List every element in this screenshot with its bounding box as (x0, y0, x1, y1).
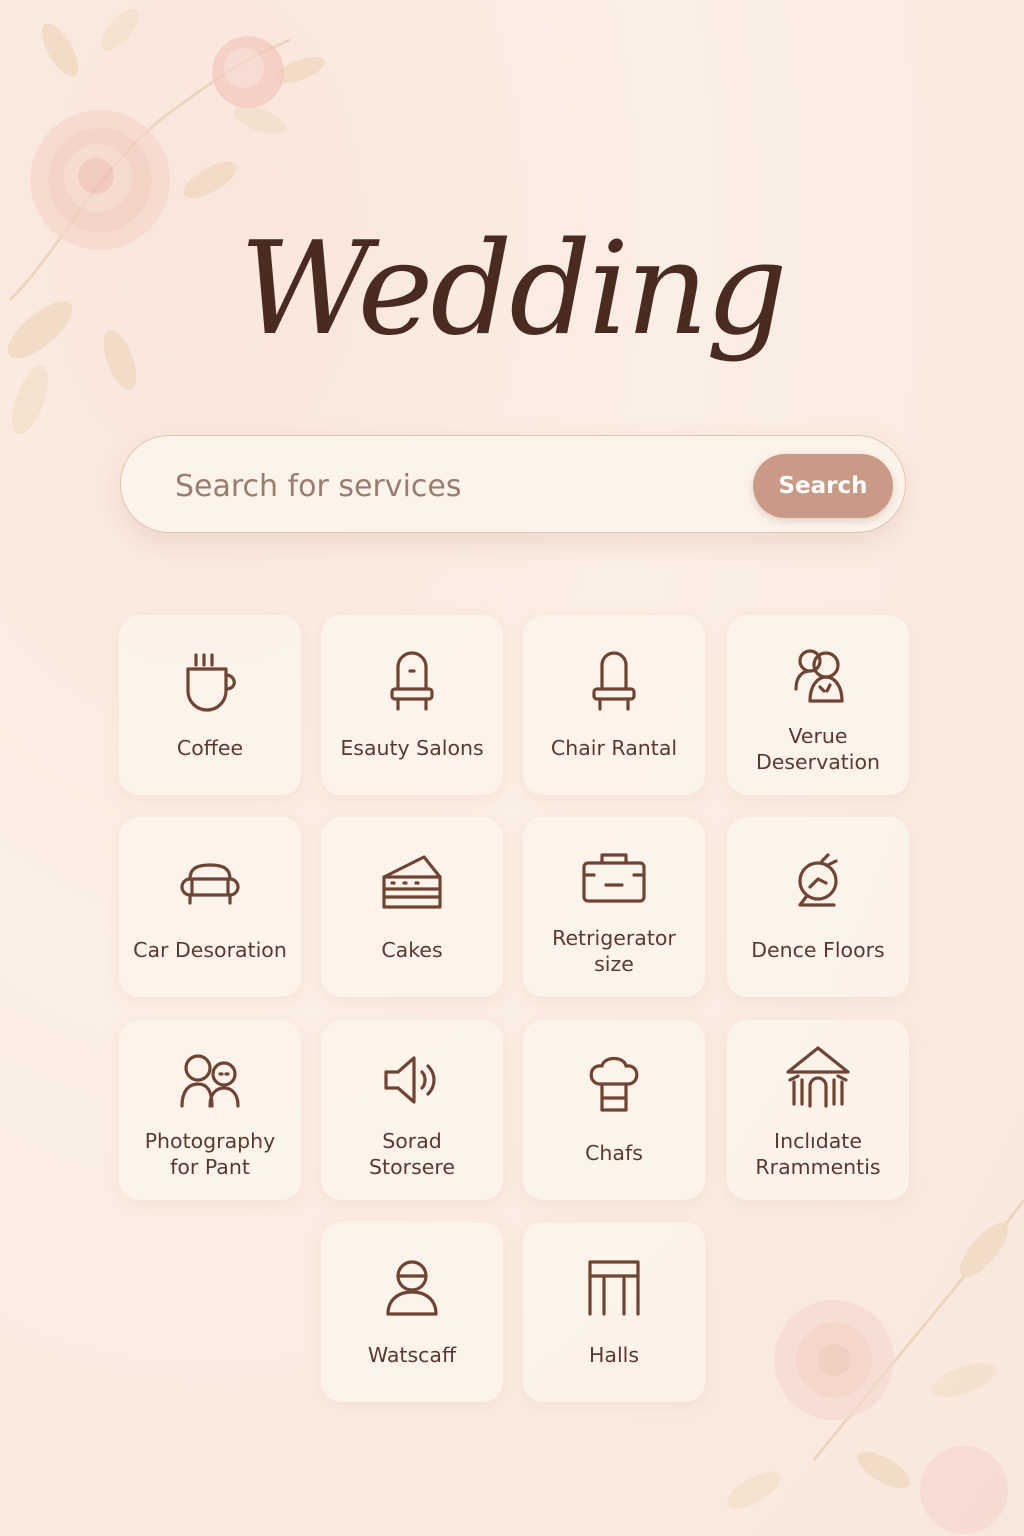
service-label: Watscaff (367, 1343, 457, 1367)
pavilion-icon (786, 1046, 850, 1108)
service-label: Chafs (585, 1141, 643, 1165)
disco-icon (798, 853, 838, 907)
service-tile-pavilion[interactable]: Inclıdate Rrammеntis (727, 1020, 909, 1200)
service-tile-cakes[interactable]: Cakes (321, 817, 503, 997)
service-tile-dance-floors[interactable]: Dence Floors (727, 817, 909, 997)
service-tile-venue-reservation[interactable]: Verue Deservation (727, 615, 909, 795)
service-label: Retrigerator size (552, 926, 676, 976)
service-label: Verue Deservation (755, 724, 881, 774)
service-tile-car-decoration[interactable]: Car Desoration (119, 817, 301, 997)
chef-hat-icon (589, 1056, 639, 1112)
search-input[interactable] (173, 458, 737, 514)
service-label: Halls (588, 1343, 640, 1367)
hall-icon (588, 1260, 640, 1316)
service-tile-chefs[interactable]: Chafs (523, 1020, 705, 1200)
speaker-icon (384, 1056, 436, 1104)
search-bar: Search (120, 435, 906, 533)
service-label: Cakes (381, 938, 443, 962)
service-label: Sorad Storsere (369, 1129, 455, 1179)
cake-slice-icon (382, 855, 442, 909)
service-tile-coffee[interactable]: Coffee (119, 615, 301, 795)
car-icon (180, 863, 240, 905)
service-tile-refrigerator[interactable]: Retrigerator size (523, 817, 705, 997)
salon-chair-icon (390, 651, 434, 711)
service-label: Chair Rantal (550, 736, 678, 760)
coffee-icon (186, 653, 236, 712)
person-icon (386, 1260, 438, 1316)
service-label: Coffee (176, 736, 244, 760)
floral-decoration-bottom-right (727, 1199, 1024, 1534)
service-tile-chair-rental[interactable]: Chair Rantal (523, 615, 705, 795)
search-button[interactable]: Search (753, 454, 893, 518)
service-tile-sound-systems[interactable]: Sorad Storsere (321, 1020, 503, 1200)
service-label: Esauty Salons (340, 736, 484, 760)
service-tile-halls[interactable]: Halls (523, 1222, 705, 1402)
refrigerator-icon (582, 853, 646, 903)
service-tile-photography[interactable]: Photography for Pant (119, 1020, 301, 1200)
service-label: Photography for Pant (144, 1129, 276, 1179)
venue-people-icon (794, 649, 844, 703)
service-label: Inclıdate Rrammеntis (755, 1129, 881, 1179)
page-title: Wedding (239, 215, 787, 364)
service-label: Dence Floors (751, 938, 885, 962)
photography-people-icon (180, 1054, 240, 1108)
chair-icon (592, 651, 636, 711)
service-tile-waitstaff[interactable]: Watscaff (321, 1222, 503, 1402)
service-tile-beauty-salons[interactable]: Esauty Salons (321, 615, 503, 795)
service-label: Car Desoration (133, 938, 287, 962)
